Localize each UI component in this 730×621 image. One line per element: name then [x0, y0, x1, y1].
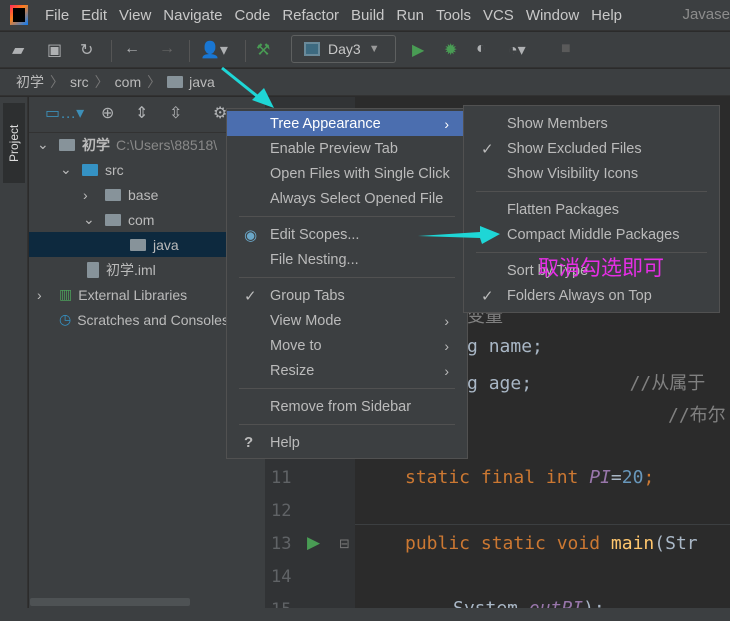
annotation-arrows	[221, 66, 500, 244]
annotation-note: 取消勾选即可	[538, 257, 664, 280]
annotation-arrow	[418, 226, 500, 244]
annotation-arrow	[221, 66, 274, 108]
